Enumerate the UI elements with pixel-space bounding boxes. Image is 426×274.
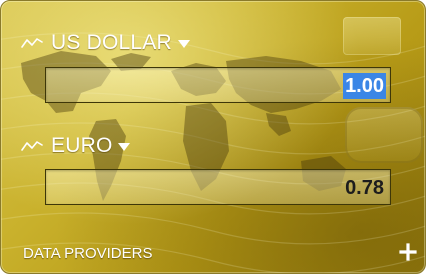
trend-line-icon xyxy=(21,38,43,48)
caret-down-icon[interactable] xyxy=(118,143,131,151)
from-currency-label: US DOLLAR xyxy=(51,31,172,54)
from-amount-value[interactable]: 1.00 xyxy=(343,73,386,99)
to-amount-value[interactable]: 0.78 xyxy=(343,175,386,201)
plus-icon[interactable] xyxy=(399,243,417,261)
from-amount-input[interactable]: 1.00 xyxy=(45,67,391,103)
to-amount-input[interactable]: 0.78 xyxy=(45,169,391,205)
currency-gadget: US DOLLAR 1.00 EURO 0.78 DATA PROVIDERS xyxy=(0,0,426,274)
from-currency-selector[interactable]: US DOLLAR xyxy=(21,31,190,55)
caret-down-icon[interactable] xyxy=(177,40,190,48)
to-currency-label: EURO xyxy=(51,134,113,157)
card-emboss-decoration xyxy=(343,17,401,55)
to-currency-selector[interactable]: EURO xyxy=(21,134,131,158)
card-chip-decoration xyxy=(345,107,423,163)
trend-line-icon xyxy=(21,141,43,151)
data-providers-link[interactable]: DATA PROVIDERS xyxy=(23,245,152,262)
